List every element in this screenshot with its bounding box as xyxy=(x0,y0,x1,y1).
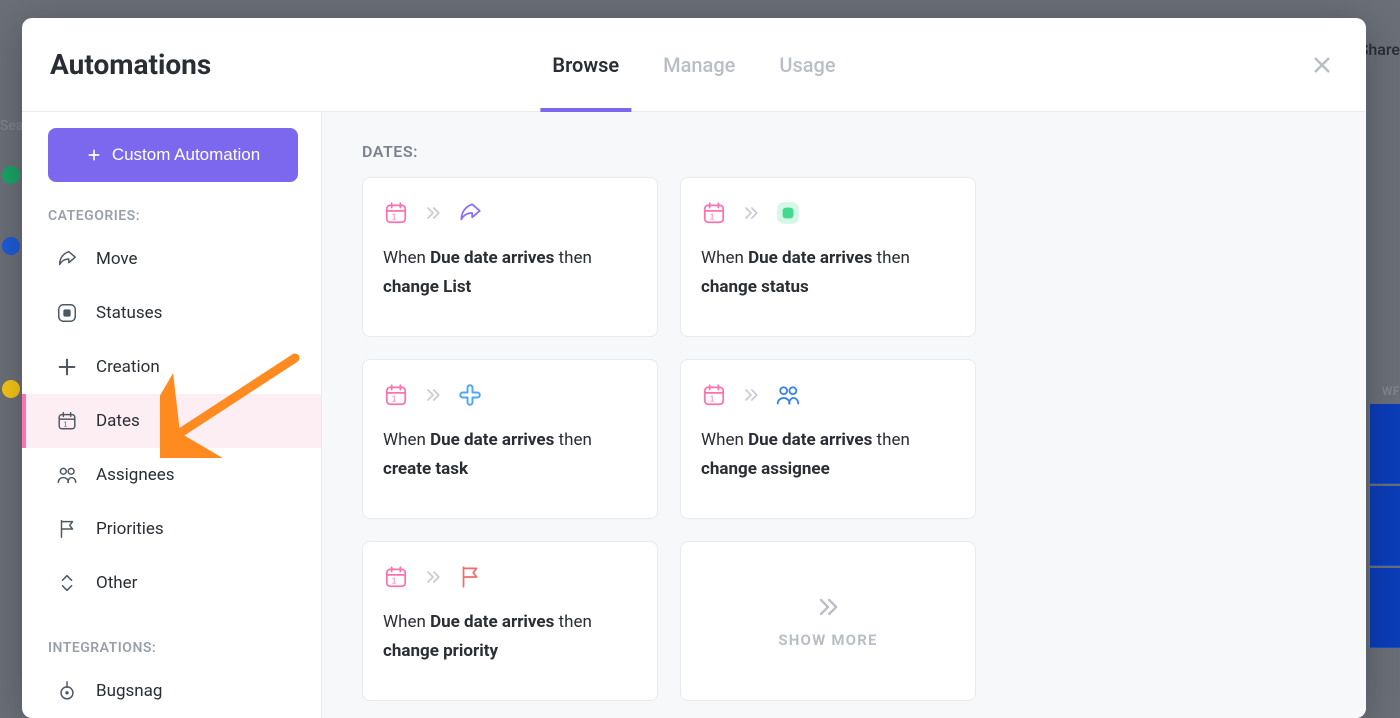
integration-label: Bugsnag xyxy=(96,681,162,701)
plus-icon xyxy=(56,356,78,378)
status-green-icon xyxy=(775,200,801,226)
plus-icon xyxy=(86,147,102,163)
card-icons xyxy=(701,200,955,226)
bg-blue-block xyxy=(1370,486,1400,566)
chevrons-icon xyxy=(423,385,443,405)
section-title: DATES: xyxy=(362,142,1326,161)
bg-blue-block xyxy=(1370,404,1400,484)
calendar-icon xyxy=(701,382,727,408)
category-statuses[interactable]: Statuses xyxy=(48,286,309,340)
calendar-icon xyxy=(56,410,78,432)
card-description: When Due date arrives then change status xyxy=(701,244,955,302)
automation-card-change-priority[interactable]: When Due date arrives then change priori… xyxy=(362,541,658,701)
category-label: Dates xyxy=(96,411,140,431)
bg-dot xyxy=(2,237,20,255)
custom-automation-label: Custom Automation xyxy=(112,145,260,165)
category-label: Priorities xyxy=(96,519,164,539)
category-other[interactable]: Other xyxy=(48,556,309,610)
integration-bugsnag[interactable]: Bugsnag xyxy=(48,664,309,718)
card-description: When Due date arrives then change List xyxy=(383,244,637,302)
category-label: Statuses xyxy=(96,303,162,323)
chevrons-icon xyxy=(814,593,842,621)
bg-search-text: Sea xyxy=(0,118,23,134)
chevrons-icon xyxy=(423,567,443,587)
tab-browse[interactable]: Browse xyxy=(552,18,619,111)
card-description: When Due date arrives then change priori… xyxy=(383,608,637,666)
bg-blue-block xyxy=(1370,568,1400,648)
calendar-icon xyxy=(383,200,409,226)
category-dates[interactable]: Dates xyxy=(22,394,321,448)
category-label: Move xyxy=(96,249,138,269)
people-icon xyxy=(775,382,801,408)
category-label: Assignees xyxy=(96,465,175,485)
chevrons-icon xyxy=(741,385,761,405)
card-icons xyxy=(383,382,637,408)
bugsnag-icon xyxy=(56,680,78,702)
content-panel: DATES: When Due date arrives then change… xyxy=(322,112,1366,718)
modal-header: Automations Browse Manage Usage xyxy=(22,18,1366,112)
category-label: Other xyxy=(96,573,137,593)
integrations-label: INTEGRATIONS: xyxy=(48,640,309,656)
flag-icon xyxy=(457,564,483,590)
calendar-icon xyxy=(383,564,409,590)
automations-modal: Automations Browse Manage Usage Custom A… xyxy=(22,18,1366,718)
tab-usage[interactable]: Usage xyxy=(779,18,835,111)
automation-card-change-list[interactable]: When Due date arrives then change List xyxy=(362,177,658,337)
automation-card-create-task[interactable]: When Due date arrives then create task xyxy=(362,359,658,519)
card-icons xyxy=(383,564,637,590)
bg-wf-text: WF xyxy=(1382,384,1400,398)
people-icon xyxy=(56,464,78,486)
share-arrow-icon xyxy=(457,200,483,226)
categories-label: CATEGORIES: xyxy=(48,208,309,224)
tab-manage[interactable]: Manage xyxy=(663,18,735,111)
show-more-card[interactable]: SHOW MORE xyxy=(680,541,976,701)
card-description: When Due date arrives then create task xyxy=(383,426,637,484)
sidebar: Custom Automation CATEGORIES: Move Statu… xyxy=(22,112,322,718)
category-creation[interactable]: Creation xyxy=(48,340,309,394)
automation-card-change-status[interactable]: When Due date arrives then change status xyxy=(680,177,976,337)
automation-card-change-assignee[interactable]: When Due date arrives then change assign… xyxy=(680,359,976,519)
share-arrow-icon xyxy=(56,248,78,270)
chevrons-icon xyxy=(423,203,443,223)
modal-title: Automations xyxy=(50,48,211,81)
card-icons xyxy=(701,382,955,408)
chevrons-icon xyxy=(741,203,761,223)
flag-icon xyxy=(56,518,78,540)
bg-dot xyxy=(2,380,20,398)
category-assignees[interactable]: Assignees xyxy=(48,448,309,502)
modal-body: Custom Automation CATEGORIES: Move Statu… xyxy=(22,112,1366,718)
card-icons xyxy=(383,200,637,226)
status-square-icon xyxy=(56,302,78,324)
updown-icon xyxy=(56,572,78,594)
tabs: Browse Manage Usage xyxy=(552,18,835,111)
bg-dot xyxy=(2,166,20,184)
card-description: When Due date arrives then change assign… xyxy=(701,426,955,484)
page-backdrop: Share Sea WF Automations Browse Manage U… xyxy=(0,0,1400,718)
category-move[interactable]: Move xyxy=(48,232,309,286)
calendar-icon xyxy=(701,200,727,226)
custom-automation-button[interactable]: Custom Automation xyxy=(48,128,298,182)
category-priorities[interactable]: Priorities xyxy=(48,502,309,556)
show-more-label: SHOW MORE xyxy=(778,631,877,649)
category-label: Creation xyxy=(96,357,160,377)
calendar-icon xyxy=(383,382,409,408)
card-grid: When Due date arrives then change List W… xyxy=(362,177,1326,701)
close-icon[interactable] xyxy=(1310,53,1334,77)
plus-icon xyxy=(457,382,483,408)
